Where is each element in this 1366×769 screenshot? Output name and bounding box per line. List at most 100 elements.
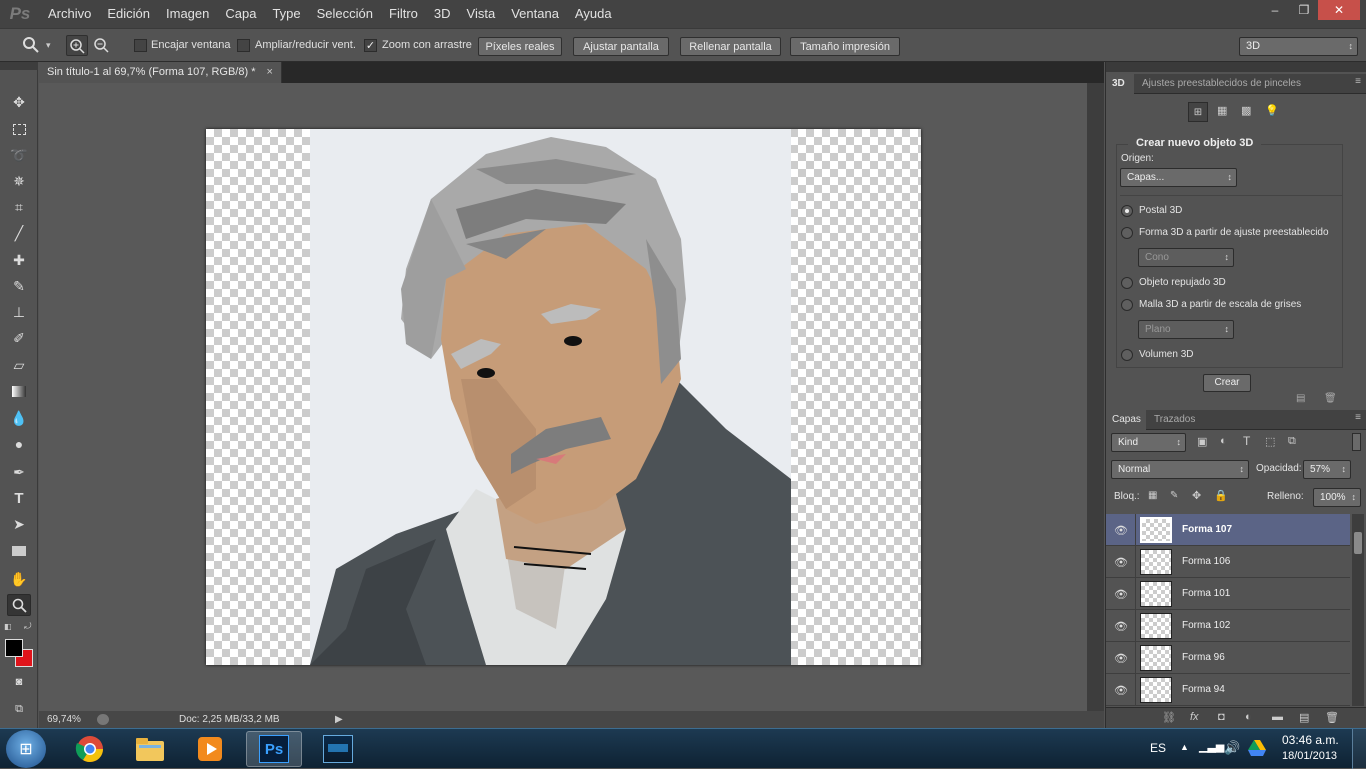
layer-name[interactable]: Forma 102 — [1182, 620, 1230, 631]
restore-button[interactable]: ❐ — [1288, 0, 1320, 20]
layer-thumbnail[interactable] — [1140, 645, 1172, 671]
visibility-eye-icon[interactable]: 👁 — [1114, 651, 1128, 665]
screen-mode-icon[interactable]: ⧉ — [7, 698, 31, 720]
history-brush-tool-icon[interactable]: ✐ — [7, 327, 31, 349]
lock-pixels-icon[interactable]: ✎ — [1170, 490, 1178, 501]
layer-name[interactable]: Forma 107 — [1182, 524, 1232, 535]
gradient-tool-icon[interactable] — [7, 380, 31, 402]
status-info-icon[interactable] — [97, 714, 109, 725]
zoom-arrastre-checkbox[interactable]: ✓ — [364, 39, 377, 52]
visibility-eye-icon[interactable]: 👁 — [1114, 619, 1128, 633]
new-group-icon[interactable]: ▬ — [1272, 711, 1283, 723]
layer-thumbnail[interactable] — [1140, 581, 1172, 607]
radio-postal-3d[interactable] — [1121, 205, 1133, 217]
lasso-tool-icon[interactable]: ➰ — [7, 144, 31, 166]
shape-preset-dropdown[interactable]: Cono — [1138, 248, 1234, 267]
path-selection-tool-icon[interactable]: ➤ — [7, 513, 31, 535]
menu-capa[interactable]: Capa — [217, 0, 264, 28]
tab-capas[interactable]: Capas — [1106, 410, 1146, 430]
menu-3d[interactable]: 3D — [426, 0, 459, 28]
new-3d-icon[interactable]: ▤ — [1296, 393, 1305, 404]
filter-toggle[interactable] — [1352, 433, 1361, 451]
menu-archivo[interactable]: Archivo — [40, 0, 99, 28]
menu-ayuda[interactable]: Ayuda — [567, 0, 620, 28]
visibility-eye-icon[interactable]: 👁 — [1114, 683, 1128, 697]
pixel-filter-icon[interactable]: ▣ — [1197, 435, 1207, 448]
blur-tool-icon[interactable]: 💧 — [7, 407, 31, 429]
layer-row[interactable]: 👁 Forma 101 — [1106, 578, 1350, 610]
layers-scroll-thumb[interactable] — [1354, 532, 1362, 554]
adjustment-layer-icon[interactable]: ◐ — [1245, 711, 1252, 723]
origin-dropdown[interactable]: Capas... — [1120, 168, 1237, 187]
zoom-out-icon[interactable] — [93, 37, 111, 55]
ajustar-pantalla-button[interactable]: Ajustar pantalla — [573, 37, 669, 56]
add-mask-icon[interactable]: ◘ — [1218, 711, 1225, 723]
language-indicator[interactable]: ES — [1150, 741, 1166, 755]
encajar-ventana-checkbox[interactable] — [134, 39, 147, 52]
media-player-taskbar-icon[interactable] — [182, 731, 238, 767]
crop-tool-icon[interactable]: ⌗ — [7, 196, 31, 218]
menu-selecci-n[interactable]: Selección — [309, 0, 381, 28]
menu-ventana[interactable]: Ventana — [503, 0, 567, 28]
canvas-vertical-scrollbar[interactable] — [1087, 83, 1104, 711]
explorer-taskbar-icon[interactable] — [122, 731, 178, 767]
clone-stamp-tool-icon[interactable]: ⊥ — [7, 301, 31, 323]
lock-position-icon[interactable]: ✥ — [1192, 489, 1201, 502]
menu-vista[interactable]: Vista — [459, 0, 504, 28]
minimize-button[interactable]: – — [1259, 0, 1291, 20]
layer-row[interactable]: 👁 Forma 107 — [1106, 514, 1350, 546]
radio-malla-3d[interactable] — [1121, 299, 1133, 311]
close-button[interactable]: ✕ — [1318, 0, 1360, 20]
rellenar-pantalla-button[interactable]: Rellenar pantalla — [680, 37, 781, 56]
dodge-tool-icon[interactable]: ● — [7, 433, 31, 455]
clock-time[interactable]: 03:46 a.m. — [1282, 733, 1339, 747]
ampliar-reducir-checkbox[interactable] — [237, 39, 250, 52]
media-app-taskbar-icon[interactable] — [310, 731, 366, 767]
tab-trazados[interactable]: Trazados — [1148, 410, 1201, 430]
layer-row[interactable]: 👁 Forma 94 — [1106, 674, 1350, 706]
visibility-eye-icon[interactable]: 👁 — [1114, 555, 1128, 569]
lock-all-icon[interactable]: 🔒 — [1214, 489, 1228, 502]
scene-filter-icon[interactable]: ⊞ — [1188, 102, 1208, 122]
mesh-filter-icon[interactable]: ▦ — [1217, 104, 1227, 117]
menu-imagen[interactable]: Imagen — [158, 0, 217, 28]
move-tool-icon[interactable]: ✥ — [7, 91, 31, 113]
new-layer-icon[interactable]: ▤ — [1299, 711, 1309, 724]
adjustment-filter-icon[interactable]: ◐ — [1220, 435, 1227, 447]
zoom-level[interactable]: 69,74% — [47, 714, 91, 725]
tamano-impresion-button[interactable]: Tamaño impresión — [790, 37, 900, 56]
foreground-color-swatch[interactable] — [5, 639, 23, 657]
quick-mask-icon[interactable]: ◙ — [7, 671, 31, 693]
blend-mode-dropdown[interactable]: Normal — [1111, 460, 1249, 479]
tab-3d[interactable]: 3D — [1106, 74, 1134, 94]
layer-thumbnail[interactable] — [1140, 613, 1172, 639]
tray-expand-icon[interactable]: ▲ — [1180, 742, 1189, 752]
pixeles-reales-button[interactable]: Píxeles reales — [478, 37, 562, 56]
status-menu-arrow-icon[interactable]: ▶ — [335, 714, 343, 725]
drive-sync-icon[interactable] — [1248, 740, 1266, 756]
layers-menu-icon[interactable]: ≡ — [1355, 412, 1361, 423]
swap-colors-icon[interactable]: ⤾ — [24, 621, 32, 632]
clock-date[interactable]: 18/01/2013 — [1282, 750, 1337, 762]
lock-transparent-icon[interactable]: ▦ — [1148, 490, 1157, 501]
shape-filter-icon[interactable]: ⬚ — [1265, 435, 1275, 448]
type-filter-icon[interactable]: T — [1243, 434, 1250, 448]
layers-scrollbar[interactable] — [1352, 514, 1364, 706]
material-filter-icon[interactable]: ▩ — [1241, 104, 1251, 117]
menu-type[interactable]: Type — [264, 0, 308, 28]
layer-filter-dropdown[interactable]: Kind — [1111, 433, 1186, 452]
zoom-in-icon[interactable] — [66, 35, 88, 56]
radio-volumen-3d[interactable] — [1121, 349, 1133, 361]
network-icon[interactable]: ▁▃▅ — [1199, 740, 1224, 753]
default-colors-icon[interactable]: ◧ — [4, 622, 12, 631]
marquee-tool-icon[interactable] — [7, 118, 31, 140]
tool-preset-dropdown-icon[interactable]: ▾ — [46, 40, 51, 51]
opacity-input[interactable]: 57% — [1303, 460, 1351, 479]
rectangle-tool-icon[interactable] — [7, 540, 31, 562]
layer-row[interactable]: 👁 Forma 96 — [1106, 642, 1350, 674]
type-tool-icon[interactable]: T — [7, 487, 31, 509]
menu-filtro[interactable]: Filtro — [381, 0, 426, 28]
trash-3d-icon[interactable]: 🗑 — [1324, 393, 1337, 404]
zoom-tool-icon[interactable] — [7, 594, 31, 616]
show-desktop-button[interactable] — [1352, 729, 1366, 769]
